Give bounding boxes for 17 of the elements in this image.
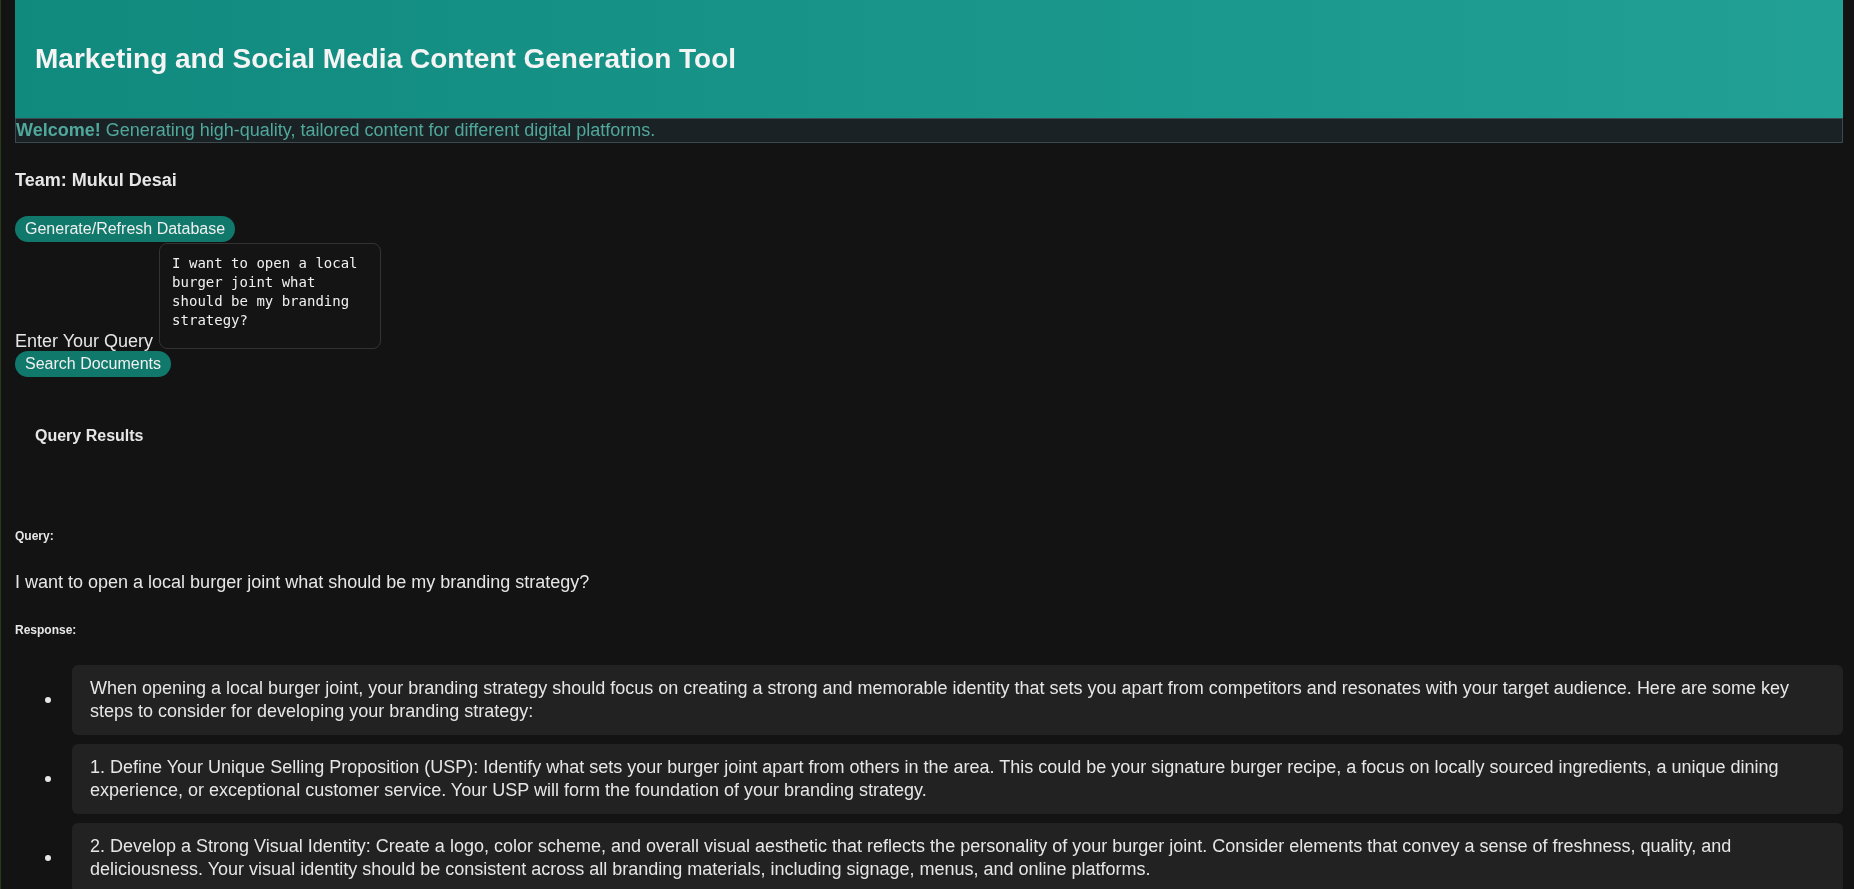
bullet-icon bbox=[45, 697, 51, 703]
response-heading: Response: bbox=[15, 623, 78, 637]
bullet-icon bbox=[45, 855, 51, 861]
response-item: When opening a local burger joint, your branding strategy should focus on creating a strong and memorable identity that sets you apart from competitors and resonates with your target audience. Here are some key steps to consider for developing your branding strategy: bbox=[72, 665, 1843, 735]
response-item: 2. Develop a Strong Visual Identity: Create a logo, color scheme, and overall visual aesthetic that reflects the personality of your burger joint. Consider elements that convey a sense of freshness, quality, and deliciousness. Your visual identity should be consistent across all branding materials, including signage, menus, and online platforms. bbox=[72, 823, 1843, 889]
generate-database-button[interactable]: Generate/Refresh Database bbox=[15, 216, 236, 242]
query-label: Enter Your Query bbox=[15, 331, 154, 352]
results-heading: Query Results bbox=[35, 427, 145, 445]
query-heading: Query: bbox=[15, 529, 55, 543]
search-documents-button[interactable]: Search Documents bbox=[15, 351, 172, 377]
response-item: 1. Define Your Unique Selling Proposition (USP): Identify what sets your burger joint apart from others in the area. This could be your signature burger recipe, a focus on locally sourced ingredients, a unique dining experience, or exceptional customer service. Your USP will form the foundation of your branding strategy. bbox=[72, 744, 1843, 814]
welcome-message: Welcome! Generating high-quality, tailored content for different digital platforms. bbox=[16, 120, 656, 140]
bullet-icon bbox=[45, 776, 51, 782]
team-name: Team: Mukul Desai bbox=[15, 170, 178, 191]
query-field[interactable]: I want to open a local burger joint what should be my branding strategy? bbox=[159, 243, 382, 349]
app-title: Marketing and Social Media Content Generation Tool bbox=[35, 43, 737, 75]
query-text: I want to open a local burger joint what should be my branding strategy? bbox=[15, 572, 591, 593]
